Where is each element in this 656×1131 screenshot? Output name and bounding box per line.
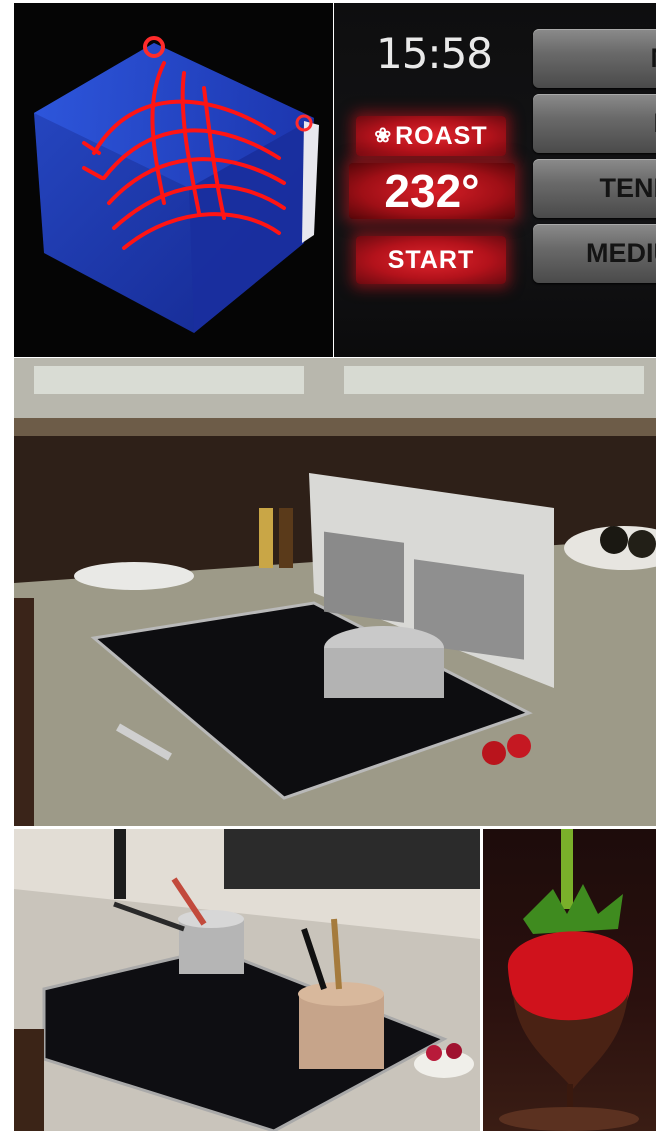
downdraft-cooktop-photo [14, 358, 656, 826]
garlic-dish [74, 562, 194, 590]
berry [446, 1043, 462, 1059]
menu-item-label: MEDIU [586, 238, 656, 268]
cooktop-scene [14, 829, 480, 1131]
kitchen-scene [14, 358, 656, 826]
back-counter [14, 418, 656, 436]
roast-mode-button[interactable]: ❀ ROAST [356, 116, 506, 156]
oil-bottle [259, 508, 273, 568]
menu-item-2[interactable]: B [533, 94, 656, 153]
vinegar-bottle [279, 508, 293, 568]
temperature-display[interactable]: 232° [349, 163, 515, 219]
window-pane [34, 366, 304, 394]
chocolate-strawberry-photo [483, 829, 656, 1131]
wall-shelf [224, 829, 480, 889]
menu-item-4[interactable]: MEDIU [533, 224, 656, 283]
strawberry [507, 734, 531, 758]
convection-airflow-illustration [14, 3, 333, 357]
window-pane [344, 366, 644, 394]
berry-bowl [414, 1050, 474, 1078]
strawberry-stem [561, 829, 573, 909]
menu-item-3[interactable]: TEND [533, 159, 656, 218]
menu-item-1[interactable]: M [533, 29, 656, 88]
clock-display: 15:58 [375, 29, 493, 78]
island-side [14, 598, 34, 826]
start-button[interactable]: START [356, 236, 506, 284]
oven-control-panel: 15:58 ❀ROAST 232° START M B TEND MEDIU [334, 3, 656, 357]
chocolate-pool [499, 1107, 639, 1131]
airflow-cube-graphic [34, 36, 319, 333]
berry [426, 1045, 442, 1061]
cabinet [14, 1029, 44, 1131]
saucepan-rim [178, 910, 244, 928]
menu-item-label: M [651, 43, 656, 73]
vent-grille [324, 531, 404, 623]
fruit [628, 530, 656, 558]
mode-label: ROAST [395, 122, 488, 150]
stock-pot-body [324, 648, 444, 698]
menu-item-label: TEND [599, 173, 656, 203]
strawberry-scene [499, 829, 639, 1131]
wall-edge [114, 829, 126, 899]
strawberry [482, 741, 506, 765]
induction-cooktop-photo [14, 829, 480, 1131]
cube-fan-housing [302, 121, 319, 243]
fruit [600, 526, 628, 554]
fan-icon: ❀ [374, 125, 393, 147]
